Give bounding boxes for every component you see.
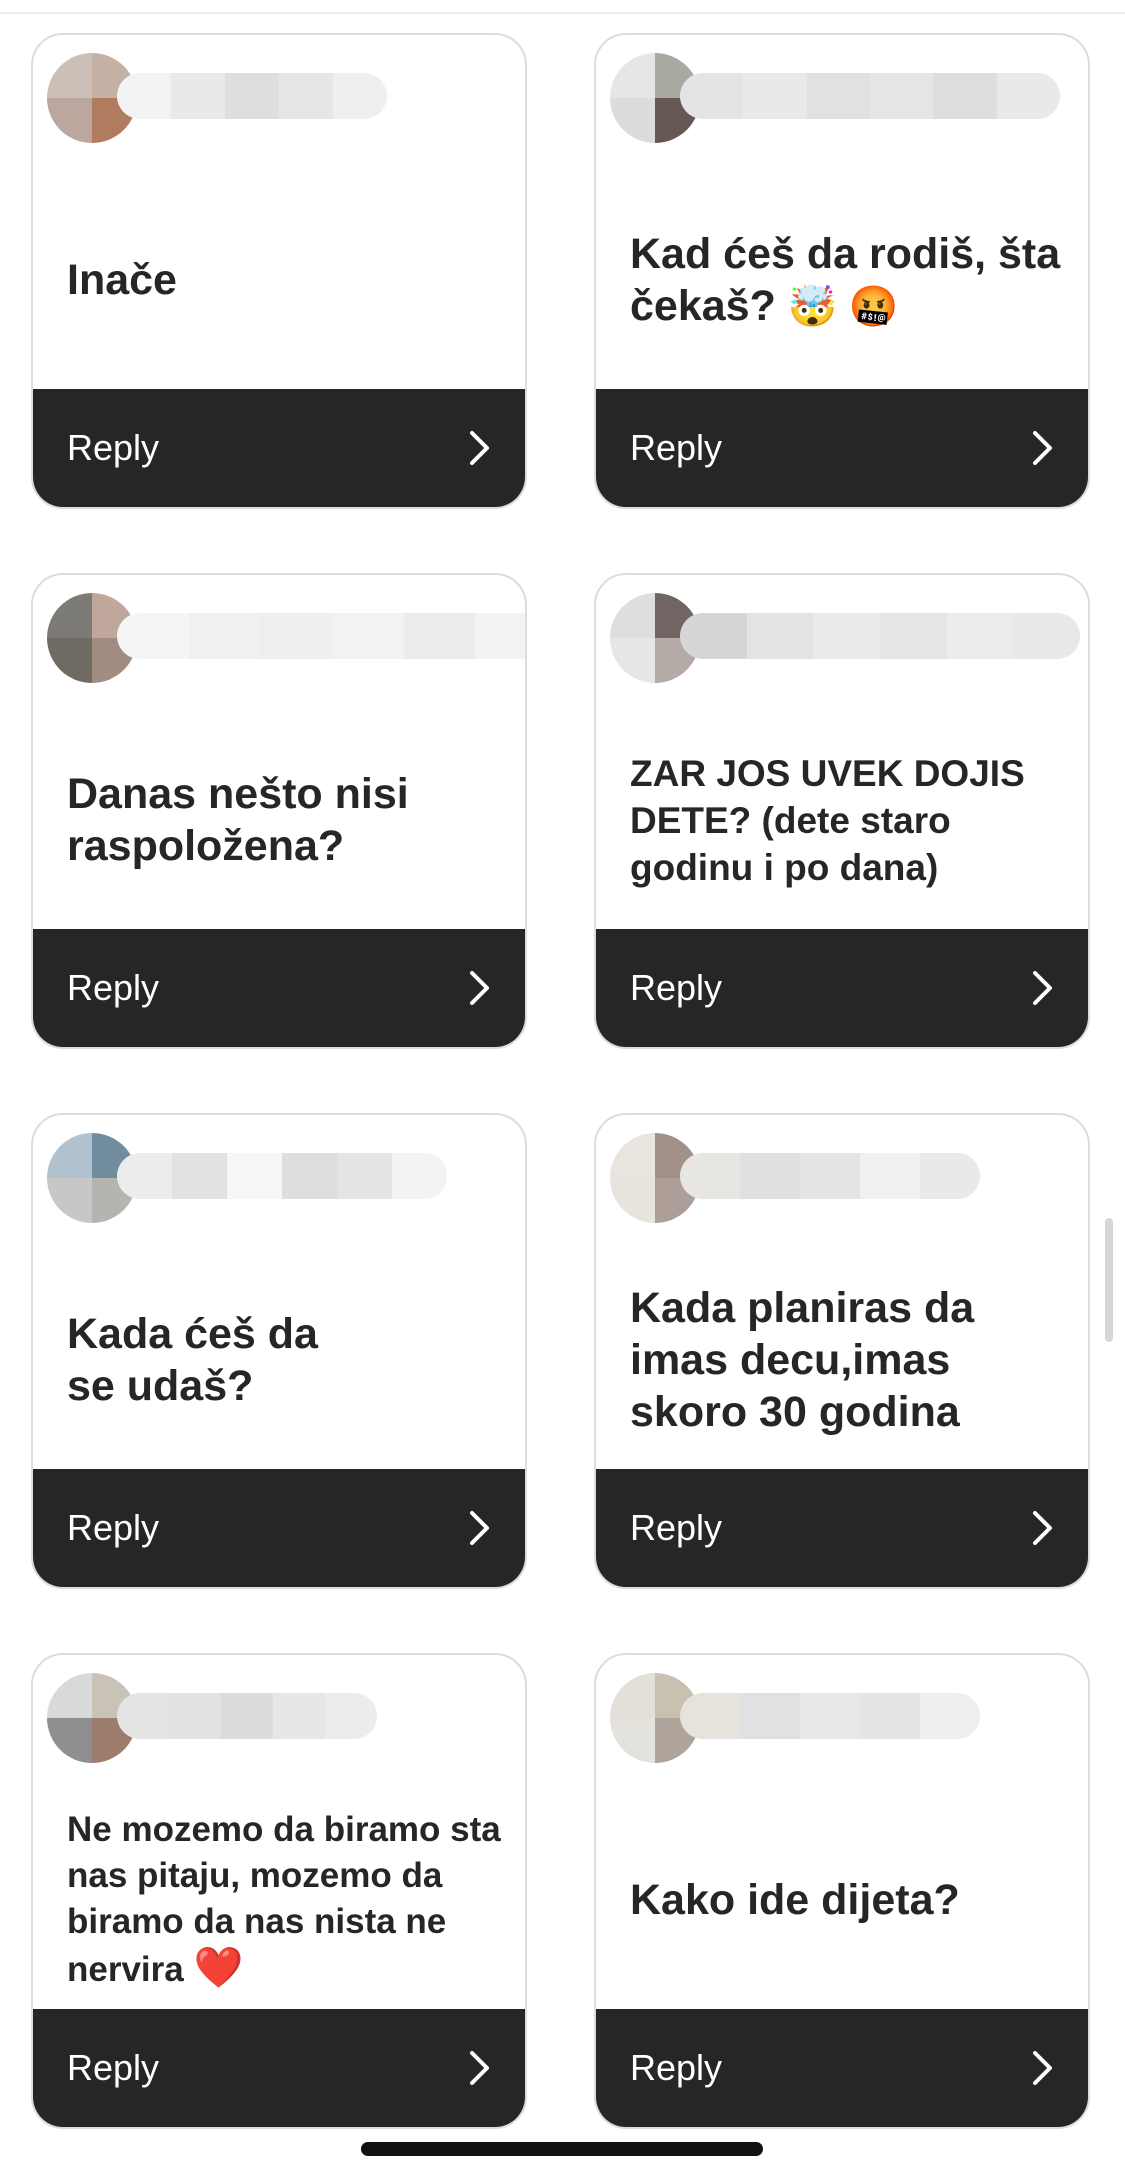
username-redacted (117, 613, 525, 659)
reply-label: Reply (67, 1507, 160, 1548)
red-heart-emoji-icon: ❤️ (193, 1946, 244, 1990)
chevron-right-icon (1033, 431, 1052, 465)
question-label: ZAR JOS UVEK DOJIS DETE? (dete staro god… (630, 752, 1025, 888)
reply-label: Reply (630, 1507, 723, 1548)
question-card: Kada ćeš da se udaš? Reply (31, 1113, 527, 1589)
chevron-right-icon (470, 2051, 489, 2085)
question-text: Inače (67, 175, 501, 385)
home-indicator[interactable] (361, 2142, 763, 2156)
top-divider (0, 0, 1125, 14)
chevron-right-icon (1033, 2051, 1052, 2085)
card-header (610, 53, 1070, 143)
reply-button[interactable]: Reply (596, 389, 1088, 507)
username-redacted (680, 613, 1080, 659)
username-redacted (680, 1693, 980, 1739)
reply-label: Reply (67, 967, 160, 1008)
question-card: Kako ide dijeta? Reply (594, 1653, 1090, 2129)
question-label: Kada ćeš da se udaš? (67, 1310, 318, 1410)
card-header (610, 1673, 1070, 1763)
question-card: Danas nešto nisi raspoložena? Reply (31, 573, 527, 1049)
reply-label: Reply (630, 2047, 723, 2088)
question-text: Kako ide dijeta? (630, 1795, 1064, 2005)
chevron-right-icon (470, 431, 489, 465)
question-card: Ne mozemo da biramo sta nas pitaju, moze… (31, 1653, 527, 2129)
reply-button[interactable]: Reply (596, 929, 1088, 1047)
username-redacted (680, 73, 1060, 119)
question-card: Kad ćeš da rodiš, šta čekaš? 🤯 🤬 Reply (594, 33, 1090, 509)
reply-label: Reply (630, 427, 723, 468)
username-redacted (117, 1153, 447, 1199)
chevron-right-icon (470, 971, 489, 1005)
card-header (47, 53, 507, 143)
question-text: Kad ćeš da rodiš, šta čekaš? 🤯 🤬 (630, 175, 1064, 385)
reply-label: Reply (67, 2047, 160, 2088)
username-redacted (680, 1153, 980, 1199)
question-label: Danas nešto nisi raspoložena? (67, 770, 409, 870)
reply-button[interactable]: Reply (33, 2009, 525, 2127)
question-card: Inače Reply (31, 33, 527, 509)
question-card: Kada planiras da imas decu,imas skoro 30… (594, 1113, 1090, 1589)
question-label: Kako ide dijeta? (630, 1876, 960, 1924)
reply-button[interactable]: Reply (596, 1469, 1088, 1587)
username-redacted (117, 73, 387, 119)
question-card: ZAR JOS UVEK DOJIS DETE? (dete staro god… (594, 573, 1090, 1049)
question-text: Danas nešto nisi raspoložena? (67, 715, 501, 925)
card-header (47, 593, 525, 683)
question-text: ZAR JOS UVEK DOJIS DETE? (dete staro god… (630, 715, 1064, 925)
reply-button[interactable]: Reply (33, 1469, 525, 1587)
reply-label: Reply (630, 967, 723, 1008)
chevron-right-icon (1033, 1511, 1052, 1545)
reply-button[interactable]: Reply (596, 2009, 1088, 2127)
question-text: Kada planiras da imas decu,imas skoro 30… (630, 1255, 1064, 1465)
card-header (47, 1673, 507, 1763)
card-header (610, 1133, 1070, 1223)
username-redacted (117, 1693, 377, 1739)
reply-button[interactable]: Reply (33, 389, 525, 507)
card-header (610, 593, 1080, 683)
exploding-head-angry-face-emoji-icon: 🤯 🤬 (787, 284, 899, 329)
question-label: Inače (67, 256, 177, 304)
chevron-right-icon (470, 1511, 489, 1545)
card-header (47, 1133, 507, 1223)
reply-button[interactable]: Reply (33, 929, 525, 1047)
scrollbar[interactable] (1105, 1218, 1113, 1342)
question-text: Ne mozemo da biramo sta nas pitaju, moze… (67, 1795, 501, 2005)
reply-label: Reply (67, 427, 160, 468)
question-text: Kada ćeš da se udaš? (67, 1255, 501, 1465)
question-label: Ne mozemo da biramo sta nas pitaju, moze… (67, 1810, 501, 1989)
chevron-right-icon (1033, 971, 1052, 1005)
question-label: Kada planiras da imas decu,imas skoro 30… (630, 1284, 975, 1436)
